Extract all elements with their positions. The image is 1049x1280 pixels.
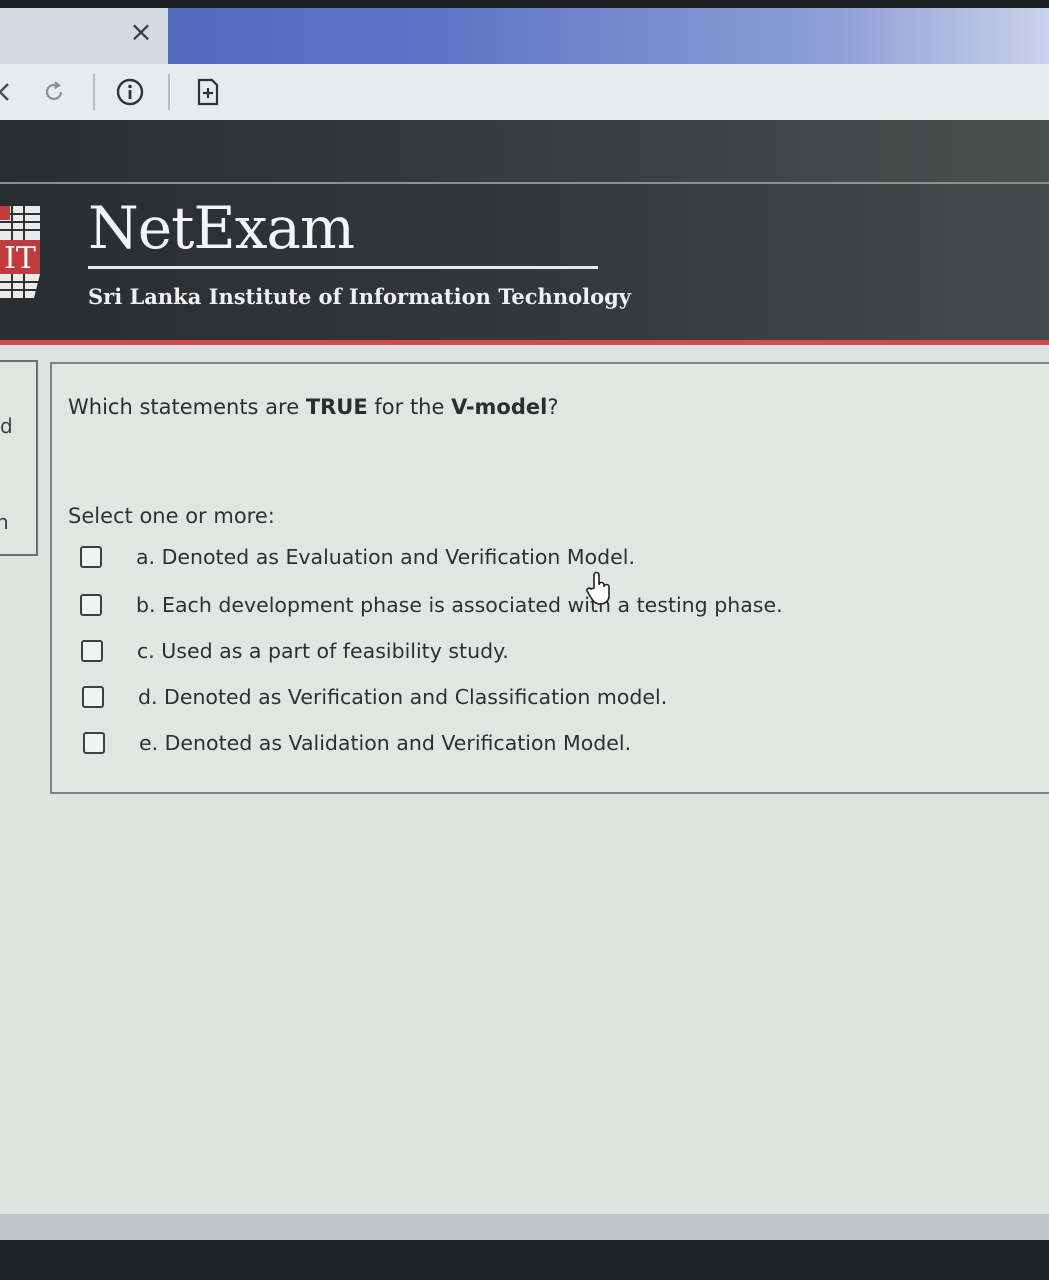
brand-subtitle: Sri Lanka Institute of Information Techn…	[88, 284, 631, 309]
select-prompt: Select one or more:	[68, 504, 275, 528]
option-checkbox[interactable]	[80, 546, 102, 568]
option-checkbox[interactable]	[80, 594, 102, 616]
monitor-bezel-bottom	[0, 1240, 1049, 1280]
question-text-part: Which statements are	[68, 395, 306, 419]
monitor-bezel-top	[0, 0, 1049, 8]
page-bottom-edge	[0, 1214, 1049, 1240]
option-checkbox[interactable]	[81, 640, 103, 662]
option-checkbox[interactable]	[82, 686, 104, 708]
back-icon[interactable]	[0, 74, 22, 110]
close-icon[interactable]: ×	[126, 16, 156, 48]
question-text-part: ?	[547, 395, 559, 419]
page-action-icon[interactable]	[190, 74, 226, 110]
option-d[interactable]: d. Denoted as Verification and Classific…	[82, 680, 702, 714]
brand-title: NetExam	[88, 194, 355, 262]
header-accent-line	[0, 340, 1049, 345]
option-label: c. Used as a part of feasibility study.	[137, 639, 509, 663]
option-label: a. Denoted as Evaluation and Verificatio…	[136, 545, 635, 569]
option-e[interactable]: e. Denoted as Validation and Verificatio…	[83, 726, 703, 760]
nav-text-fragment: d	[0, 414, 13, 438]
toolbar-separator	[93, 74, 95, 110]
question-emphasis: V-model	[451, 395, 548, 419]
browser-tab-strip: ×	[0, 8, 1049, 64]
option-label: d. Denoted as Verification and Classific…	[138, 685, 668, 709]
question-text-part: for the	[367, 395, 452, 419]
question-text: Which statements are TRUE for the V-mode…	[68, 390, 768, 424]
sliit-logo: IT	[0, 206, 42, 306]
option-a[interactable]: a. Denoted as Evaluation and Verificatio…	[80, 540, 700, 574]
option-b[interactable]: b. Each development phase is associated …	[80, 588, 800, 622]
svg-text:IT: IT	[4, 241, 36, 276]
browser-toolbar	[0, 64, 1049, 120]
option-c[interactable]: c. Used as a part of feasibility study.	[81, 634, 581, 668]
reload-icon[interactable]	[36, 74, 72, 110]
brand-underline	[88, 266, 598, 269]
browser-tab[interactable]: ×	[0, 8, 168, 64]
toolbar-separator	[168, 74, 170, 110]
info-icon[interactable]	[112, 74, 148, 110]
option-label: e. Denoted as Validation and Verificatio…	[139, 731, 632, 755]
option-checkbox[interactable]	[83, 732, 105, 754]
hand-cursor-icon	[586, 570, 614, 606]
question-emphasis: TRUE	[305, 395, 368, 419]
option-label: b. Each development phase is associated …	[136, 593, 783, 617]
browser-dark-band	[0, 120, 1049, 184]
nav-text-fragment: n	[0, 510, 9, 534]
